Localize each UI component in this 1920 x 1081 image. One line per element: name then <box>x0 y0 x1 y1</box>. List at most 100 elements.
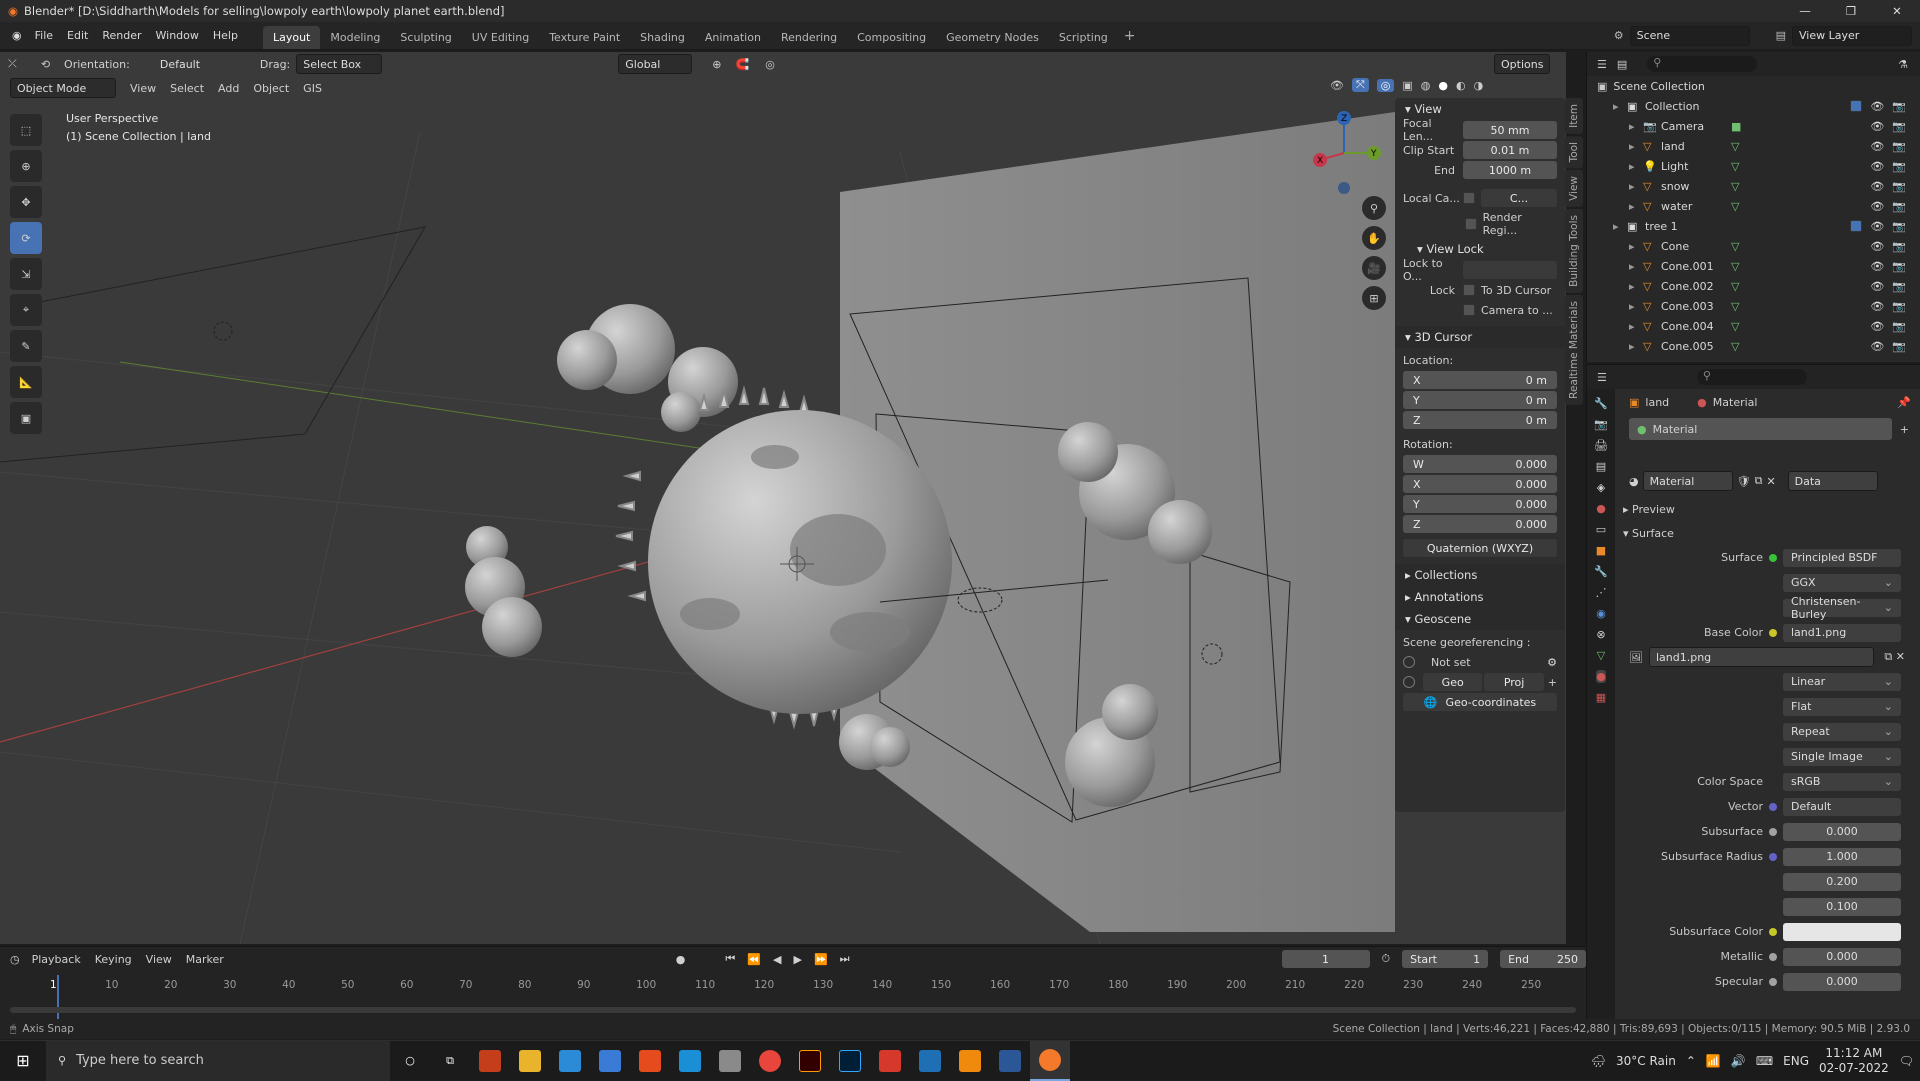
prop-num-field[interactable]: 1.000 <box>1783 847 1901 866</box>
rendered-shading-icon[interactable]: ◑ <box>1474 79 1484 92</box>
end-frame-field[interactable]: End 250 <box>1500 950 1587 968</box>
image-setting-dropdown[interactable]: Linear ⌄ <box>1783 672 1901 691</box>
camera-view-icon[interactable]: 🎥 <box>1362 256 1386 280</box>
rot-w-field[interactable]: W 0.000 <box>1403 455 1557 473</box>
image-setting-dropdown[interactable]: Single Image ⌄ <box>1783 747 1901 766</box>
photoshop-app[interactable] <box>830 1041 870 1081</box>
prop-drop-field[interactable]: sRGB ⌄ <box>1783 772 1901 791</box>
expand-arrow-icon[interactable]: ▸ <box>1629 320 1643 333</box>
navigation-gizmo[interactable]: Z Y X <box>1304 108 1384 198</box>
outliner-row-cone[interactable]: ▸ ▽ Cone ▽ 👁 📷 <box>1587 236 1920 256</box>
add-slot-icon[interactable]: + <box>1900 423 1909 436</box>
frame-ruler[interactable]: 1 10 20 30 40 50 60 70 80 90 100 110 120 130 140 150 160… <box>0 975 1586 997</box>
wifi-icon[interactable]: 📶 <box>1706 1054 1721 1068</box>
add-workspace-icon[interactable]: + <box>1124 28 1136 44</box>
notifications-icon[interactable]: 🗨 <box>1899 1054 1914 1068</box>
expand-arrow-icon[interactable]: ▸ <box>1613 100 1627 113</box>
eye-icon[interactable]: 👁 <box>1870 100 1884 113</box>
eye-icon[interactable]: 👁 <box>1870 220 1884 233</box>
material-tab-icon[interactable]: ● <box>1596 670 1606 683</box>
play-reverse-icon[interactable]: ◀ <box>773 953 781 966</box>
store-app[interactable] <box>590 1041 630 1081</box>
prop-socket-field[interactable]: Default <box>1783 797 1901 816</box>
particles-tab-icon[interactable]: ⋰ <box>1596 586 1607 599</box>
timeline-menu-view[interactable]: View <box>146 953 172 966</box>
expand-arrow-icon[interactable]: ▸ <box>1629 120 1643 133</box>
vlc-app[interactable] <box>950 1041 990 1081</box>
material-slot[interactable]: ● Material <box>1629 418 1892 440</box>
socket-icon[interactable] <box>1769 927 1777 936</box>
outliner-row-collection[interactable]: ▸ ▣ Collection 👁 📷 <box>1587 96 1920 116</box>
image-setting-dropdown[interactable]: Repeat ⌄ <box>1783 722 1901 741</box>
data-tab-icon[interactable]: ▽ <box>1597 649 1605 662</box>
weather-text[interactable]: 30°C Rain <box>1616 1054 1676 1068</box>
prop-drop-field[interactable]: Christensen-Burley ⌄ <box>1783 595 1901 621</box>
constraints-tab-icon[interactable]: ⊗ <box>1596 628 1605 641</box>
workspace-tab-geometry-nodes[interactable]: Geometry Nodes <box>936 26 1049 49</box>
surface-panel-header[interactable]: ▾ Surface <box>1619 521 1919 545</box>
camera-render-icon[interactable]: 📷 <box>1892 300 1906 313</box>
render-region-checkbox[interactable] <box>1465 218 1477 230</box>
render-tab-icon[interactable]: 📷 <box>1594 418 1608 431</box>
material-shading-icon[interactable]: ◐ <box>1456 79 1466 92</box>
lock-cursor-checkbox[interactable] <box>1463 284 1475 296</box>
ortho-toggle-icon[interactable]: ⊞ <box>1362 286 1386 310</box>
camera-render-icon[interactable]: 📷 <box>1892 320 1906 333</box>
object-data-icon[interactable]: ▽ <box>1731 260 1739 273</box>
timeline-menu-keying[interactable]: Keying <box>95 953 132 966</box>
socket-icon[interactable] <box>1769 802 1777 811</box>
playhead[interactable] <box>57 975 59 1021</box>
scene-collection-row[interactable]: ▣ Scene Collection <box>1587 76 1920 96</box>
object-data-icon[interactable]: ▽ <box>1731 300 1739 313</box>
object-data-icon[interactable]: ▽ <box>1731 140 1739 153</box>
viewport-menu-object[interactable]: Object <box>253 82 289 95</box>
workspace-tab-scripting[interactable]: Scripting <box>1049 26 1118 49</box>
taskbar-search[interactable]: ⚲ Type here to search <box>46 1040 390 1081</box>
properties-search-input[interactable]: ⚲ <box>1696 369 1807 385</box>
current-frame-field[interactable]: 1 <box>1281 950 1370 968</box>
radio-icon[interactable] <box>1403 656 1415 668</box>
expand-arrow-icon[interactable]: ▸ <box>1629 140 1643 153</box>
wireframe-shading-icon[interactable]: ◍ <box>1421 79 1431 92</box>
collections-header[interactable]: ▸ Collections <box>1395 564 1565 586</box>
camera-render-icon[interactable]: 📷 <box>1892 260 1906 273</box>
3d-cursor-header[interactable]: ▾ 3D Cursor <box>1395 326 1565 348</box>
scale-tool[interactable]: ⇲ <box>10 258 42 290</box>
geo-coordinates-button[interactable]: 🌐 Geo-coordinates <box>1403 693 1557 711</box>
outliner-row-cone-004[interactable]: ▸ ▽ Cone.004 ▽ 👁 📷 <box>1587 316 1920 336</box>
camera-render-icon[interactable]: 📷 <box>1892 100 1906 113</box>
material-browse-icon[interactable]: ◕ <box>1629 475 1639 488</box>
menu-file[interactable]: File <box>28 29 60 42</box>
close-button[interactable]: ✕ <box>1874 4 1920 18</box>
eye-icon[interactable]: 👁 <box>1870 120 1884 133</box>
timeline-scrollbar[interactable] <box>10 1007 1576 1013</box>
object-data-icon[interactable]: ▽ <box>1731 280 1739 293</box>
socket-icon[interactable] <box>1769 977 1777 986</box>
workspace-tab-sculpting[interactable]: Sculpting <box>390 26 461 49</box>
viewport-menu-gis[interactable]: GIS <box>303 82 322 95</box>
remote-desktop-app[interactable] <box>550 1041 590 1081</box>
expand-arrow-icon[interactable]: ▸ <box>1629 280 1643 293</box>
menu-render[interactable]: Render <box>95 29 148 42</box>
workspace-tab-shading[interactable]: Shading <box>630 26 695 49</box>
outliner-row-water[interactable]: ▸ ▽ water ▽ 👁 📷 <box>1587 196 1920 216</box>
editor-type-icon[interactable]: ◷ <box>10 953 20 966</box>
lock-to-object-field[interactable] <box>1463 261 1557 279</box>
cortana-button[interactable]: ○ <box>390 1041 430 1081</box>
camera-render-icon[interactable]: 📷 <box>1892 180 1906 193</box>
local-camera-checkbox[interactable] <box>1463 192 1475 204</box>
duplicate-icon[interactable]: ⧉ <box>1755 474 1763 488</box>
socket-icon[interactable] <box>1769 852 1777 861</box>
workspace-tab-rendering[interactable]: Rendering <box>771 26 847 49</box>
fake-user-icon[interactable]: 🛡 <box>1737 475 1751 488</box>
snap-icon[interactable]: 🧲 <box>735 58 749 71</box>
loc-z-field[interactable]: Z 0 m <box>1403 411 1557 429</box>
expand-arrow-icon[interactable]: ▸ <box>1629 160 1643 173</box>
proportional-edit-icon[interactable]: ◎ <box>765 58 775 71</box>
image-setting-dropdown[interactable]: Flat ⌄ <box>1783 697 1901 716</box>
rotation-mode-dropdown[interactable]: Quaternion (WXYZ) <box>1403 539 1557 557</box>
view-layer-icon[interactable]: ▤ <box>1776 29 1786 42</box>
start-button[interactable]: ⊞ <box>0 1041 46 1081</box>
outliner-row-snow[interactable]: ▸ ▽ snow ▽ 👁 📷 <box>1587 176 1920 196</box>
sidebar-tab-item[interactable]: Item <box>1565 98 1583 134</box>
